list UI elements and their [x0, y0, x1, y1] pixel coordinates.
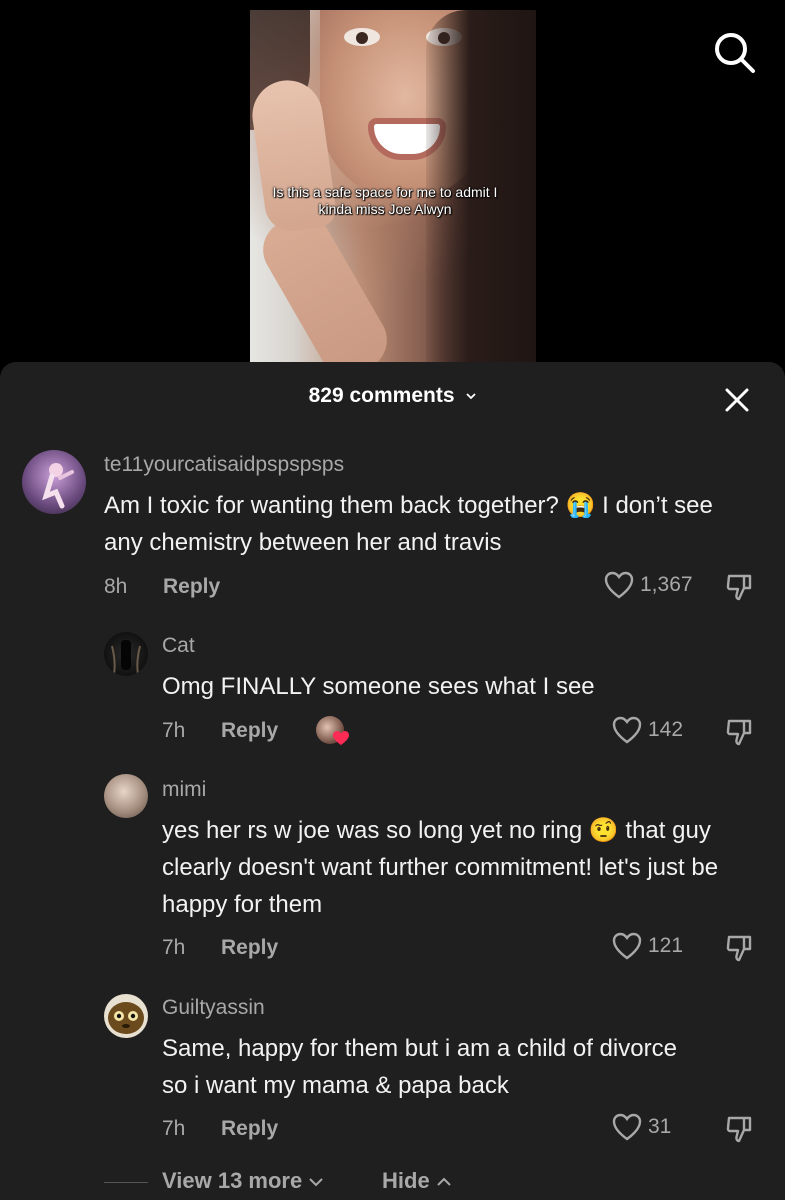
heart-icon [612, 716, 642, 744]
like-button[interactable]: 31 [612, 1113, 671, 1141]
like-count: 31 [648, 1115, 672, 1138]
username[interactable]: te11yourcatisaidpspspsps [104, 453, 344, 477]
comment-time: 7h [162, 719, 186, 742]
heart-icon [604, 571, 634, 599]
comment-time: 7h [162, 936, 186, 959]
heart-icon [612, 1113, 642, 1141]
comment-time: 7h [162, 1117, 186, 1140]
avatar[interactable] [104, 994, 148, 1038]
comment-text: Omg FINALLY someone sees what I see [162, 673, 595, 700]
comment-text: Same, happy for them but i am a child of… [162, 1035, 677, 1099]
avatar[interactable] [22, 450, 86, 514]
comments-count[interactable]: 829 comments [0, 384, 785, 408]
chevron-down-icon [466, 393, 477, 400]
heart-icon [612, 932, 642, 960]
username[interactable]: Cat [162, 634, 195, 658]
view-more-replies-button[interactable]: View 13 more [162, 1168, 324, 1194]
comments-header: 829 comments [0, 362, 785, 434]
like-button[interactable]: 1,367 [604, 571, 693, 599]
close-icon[interactable] [724, 387, 750, 413]
reply-button[interactable]: Reply [221, 719, 278, 743]
chevron-up-icon [437, 1177, 451, 1186]
avatar-face-icon [108, 1002, 144, 1034]
comment-text: Am I toxic for wanting them back togethe… [104, 492, 713, 556]
reply-button[interactable]: Reply [163, 575, 220, 599]
hide-label: Hide [382, 1168, 430, 1193]
dislike-icon[interactable] [724, 932, 756, 964]
like-button[interactable]: 142 [612, 716, 683, 744]
dislike-icon[interactable] [724, 1113, 756, 1145]
divider [104, 1182, 148, 1183]
dislike-icon[interactable] [724, 571, 756, 603]
avatar-figure-icon [42, 463, 74, 509]
hide-replies-button[interactable]: Hide [382, 1168, 452, 1194]
chevron-down-icon [309, 1178, 324, 1187]
username[interactable]: Guiltyassin [162, 996, 265, 1020]
avatar[interactable] [104, 774, 148, 818]
arm [252, 203, 398, 362]
username[interactable]: mimi [162, 778, 206, 802]
like-count: 142 [648, 718, 684, 741]
heart-icon [333, 731, 349, 745]
video-caption: Is this a safe space for me to admit I k… [272, 184, 498, 217]
avatar[interactable] [104, 632, 148, 676]
like-button[interactable]: 121 [612, 932, 683, 960]
dislike-icon[interactable] [724, 716, 756, 748]
view-more-label: View 13 more [162, 1168, 303, 1193]
search-icon[interactable] [712, 30, 756, 74]
reply-button[interactable]: Reply [221, 1117, 278, 1141]
comment-time: 8h [104, 575, 128, 598]
comment-text: yes her rs w joe was so long yet no ring… [162, 817, 719, 918]
like-count: 1,367 [640, 573, 693, 596]
eye [344, 28, 380, 46]
reply-button[interactable]: Reply [221, 936, 278, 960]
comments-count-label: 829 comments [308, 384, 455, 407]
like-count: 121 [648, 934, 684, 957]
avatar-figure-icon [111, 640, 141, 675]
